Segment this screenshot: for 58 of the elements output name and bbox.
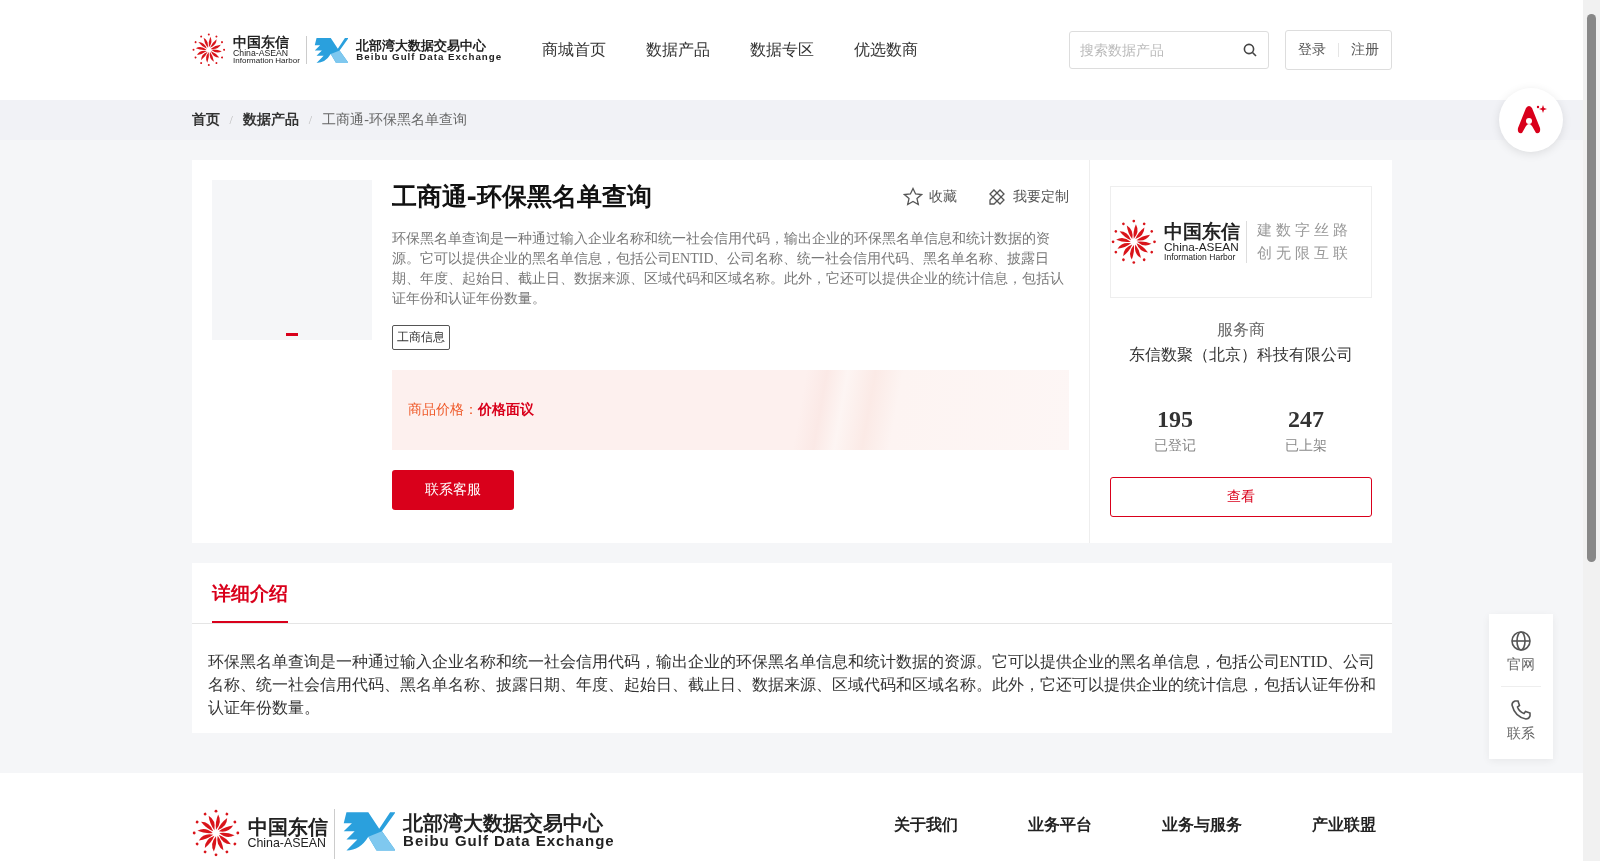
brand-subtitle: China-ASEAN	[233, 48, 290, 58]
brand-subtitle: China-ASEAN	[1164, 241, 1239, 254]
action-link[interactable]: 我要定制	[986, 186, 1069, 207]
price-value: 价格面议	[477, 401, 534, 419]
side-link[interactable]: 官网	[1507, 622, 1535, 682]
contact-button[interactable]: 联系客服	[391, 470, 514, 510]
breadcrumb-link[interactable]: 数据产品	[242, 111, 299, 129]
product-title: 工商通-环保黑名单查询	[391, 181, 653, 213]
brand-name: 中国东信	[247, 816, 328, 837]
brand-tagline: Information Harbor	[233, 57, 300, 66]
footer-link[interactable]: 业务平台	[1027, 815, 1092, 836]
exchange-name: 北部湾大数据交易中心	[356, 38, 487, 52]
product-description: 环保黑名单查询是一种通过输入企业名称和统一社会信用代码，输出企业的环保黑名单信息和统计数据的资源。它可以提供企业的黑名单信息，包括公司ENTID、公司名称、统一社会信用代码、黑名单名称、披露日期、年度、起始日、截止日、数据来源、区域代码和区域名称。此外，它还可以提供企业的统计信息，包括认证年份和认证年份数量。	[391, 230, 1065, 308]
globe-icon	[1510, 630, 1532, 652]
action-label: 收藏	[928, 187, 957, 206]
breadcrumb-link[interactable]: 工商通-环保黑名单查询	[322, 111, 467, 129]
carousel-indicator[interactable]	[285, 333, 298, 336]
stat-label: 已上架	[1285, 437, 1327, 455]
exchange-name: 北部湾大数据交易中心	[403, 812, 604, 833]
action-link[interactable]: 收藏	[902, 186, 957, 207]
provider-name: 东信数聚（北京）科技有限公司	[1128, 345, 1353, 365]
breadcrumb-separator: /	[308, 112, 313, 128]
scrollbar[interactable]	[1583, 0, 1600, 861]
search-icon	[1242, 43, 1257, 57]
nav-link[interactable]: 数据产品	[646, 39, 711, 61]
footer-link[interactable]: 产业联盟	[1311, 815, 1376, 836]
star-icon	[902, 186, 923, 207]
flower-logo-icon	[191, 809, 240, 857]
footer-link[interactable]: 关于我们	[893, 815, 958, 836]
auth-link[interactable]: 注册	[1350, 41, 1379, 59]
action-label: 我要定制	[1012, 187, 1069, 206]
breadcrumb-separator: /	[229, 112, 233, 128]
details-tab[interactable]: 详细介绍	[211, 563, 288, 623]
stat-label: 已登记	[1154, 437, 1196, 455]
flower-logo-icon	[1110, 219, 1157, 265]
category-tag: 工商信息	[391, 325, 450, 350]
nav-link[interactable]: 优选数商	[854, 39, 919, 61]
breadcrumb-link[interactable]: 首页	[191, 111, 220, 129]
nav-link[interactable]: 商城首页	[542, 39, 607, 61]
logo-slogan: 创无限互联	[1257, 244, 1353, 263]
auth-link[interactable]: 登录	[1297, 41, 1326, 59]
phone-icon	[1510, 699, 1532, 721]
brand-tagline: Information Harbor	[1164, 253, 1237, 262]
price-label: 商品价格：	[407, 401, 478, 419]
footer-link[interactable]: 业务与服务	[1161, 815, 1242, 836]
flower-logo-icon	[191, 33, 226, 67]
details-text: 环保黑名单查询是一种通过输入企业名称和统一社会信用代码，输出企业的环保黑名单信息和统计数据的资源。它可以提供企业的黑名单信息，包括公司ENTID、公司名称、统一社会信用代码、黑名单名称、披露日期、年度、起始日、截止日、数据来源、区域代码和区域名称。此外，它还可以提供企业的统计信息，包括认证年份和认证年份数量。	[206, 652, 1377, 718]
nav-link[interactable]: 数据专区	[750, 39, 815, 61]
exchange-logo-icon	[312, 36, 349, 64]
view-button[interactable]: 查看	[1109, 477, 1372, 517]
search-field[interactable]: 搜索数据产品	[1068, 31, 1269, 69]
logo-slogan: 建数字丝路	[1257, 221, 1353, 240]
side-link[interactable]: 联系	[1507, 691, 1535, 751]
brand-name: 中国东信	[1164, 222, 1241, 242]
provider-label: 服务商	[1216, 320, 1265, 340]
stat-value: 247	[1288, 406, 1324, 433]
stat-value: 195	[1157, 406, 1193, 433]
brand-name: 中国东信	[233, 34, 291, 49]
